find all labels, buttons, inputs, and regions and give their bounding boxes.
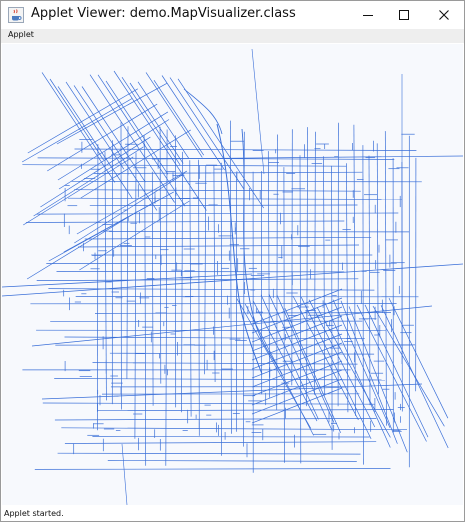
title-bar[interactable]: Applet Viewer: demo.MapVisualizer.class (1, 1, 464, 29)
menu-applet[interactable]: Applet (8, 30, 34, 39)
street-segment (2, 263, 463, 297)
street-segment (376, 143, 379, 395)
street-segment (204, 165, 207, 375)
street-segment (41, 72, 116, 183)
street-segment (22, 164, 347, 167)
window-title: Applet Viewer: demo.MapVisualizer.class (31, 6, 296, 21)
street-segment (36, 329, 386, 332)
street-segment (213, 165, 216, 383)
street-segment (107, 460, 357, 462)
map-canvas[interactable] (2, 44, 463, 505)
street-segment (251, 288, 343, 325)
street-segment (109, 352, 375, 355)
street-segment (331, 165, 333, 450)
java-coffee-cup-icon (8, 7, 24, 23)
street-segment (79, 200, 190, 271)
street-segment (306, 127, 308, 407)
street-segment (34, 468, 391, 470)
street-segment (161, 75, 225, 171)
close-icon (438, 9, 450, 21)
street-segment (25, 220, 345, 223)
street-segment (283, 167, 285, 463)
street-segment (216, 123, 263, 375)
street-map (2, 48, 463, 505)
street-segment (92, 436, 370, 438)
street-segment (42, 402, 375, 405)
street-segment (36, 278, 359, 281)
street-segment (380, 305, 449, 449)
street-segment (165, 129, 168, 466)
status-bar: Applet started. (1, 505, 464, 521)
street-segment (94, 312, 392, 314)
street-segment (76, 170, 188, 235)
minimize-button[interactable] (349, 1, 387, 29)
street-segment (251, 360, 343, 397)
street-segment (74, 173, 185, 244)
minimize-icon (362, 9, 374, 21)
street-segment (54, 418, 377, 421)
street-segment (56, 271, 345, 273)
street-segment (198, 159, 200, 436)
street-segment (50, 320, 363, 323)
street-segment (134, 152, 137, 439)
street-segment (388, 297, 449, 419)
street-segment (31, 305, 433, 347)
street-segment (89, 74, 175, 203)
street-segment (323, 156, 326, 396)
street-segment (92, 362, 358, 365)
street-segment (362, 145, 364, 465)
maximize-icon (398, 9, 410, 21)
maximize-button[interactable] (385, 1, 423, 29)
street-segment (36, 212, 399, 215)
street-segment (74, 148, 417, 151)
street-segment (181, 151, 183, 413)
street-segment (74, 189, 361, 192)
street-segment (368, 155, 371, 406)
street-segment (251, 48, 265, 175)
street-segment (54, 378, 386, 381)
close-button[interactable] (425, 1, 463, 29)
street-segment (126, 126, 129, 379)
status-text: Applet started. (4, 509, 64, 518)
street-segment (121, 77, 181, 166)
street-segment (353, 124, 356, 416)
street-segment (96, 409, 394, 412)
applet-viewer-window: Applet Viewer: demo.MapVisualizer.class … (0, 0, 465, 522)
street-segment (89, 204, 358, 207)
street-segment (145, 72, 203, 158)
street-segment (384, 131, 387, 426)
street-segment (57, 452, 361, 455)
street-segment (93, 171, 363, 174)
street-segment (251, 351, 343, 388)
street-segment (105, 80, 169, 175)
street-segment (267, 151, 270, 398)
street-segment (67, 197, 402, 200)
street-lines (2, 48, 463, 505)
menu-bar: Applet (1, 29, 464, 43)
street-segment (316, 307, 391, 438)
street-segment (97, 74, 186, 207)
street-segment (64, 441, 377, 444)
street-segment (291, 129, 293, 386)
